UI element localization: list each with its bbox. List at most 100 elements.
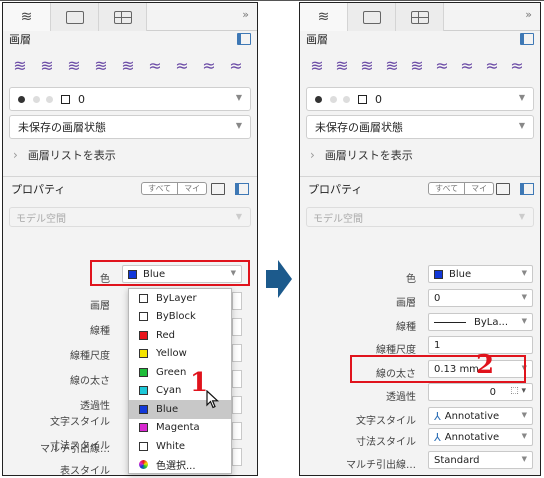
dropdown-item[interactable]: Green <box>129 363 231 382</box>
transparency-input[interactable]: 0 ⬚ ▾ <box>428 383 533 401</box>
label-ltscale: 線種尺度 <box>70 351 110 362</box>
layer-tool-icon[interactable]: ≈ <box>431 56 453 75</box>
layer-tool-icon[interactable]: ≋ <box>306 56 328 75</box>
dropdown-item[interactable]: Magenta <box>129 419 231 438</box>
dock-icon[interactable] <box>520 33 534 45</box>
color-swatch <box>139 312 148 322</box>
annotative-icon: ⅄ <box>434 430 441 444</box>
value-field-stub[interactable] <box>232 370 242 388</box>
dropdown-item[interactable]: White <box>129 437 231 456</box>
annotative-icon: ⅄ <box>434 409 441 423</box>
ltscale-value: 1 <box>434 339 441 351</box>
layer-tool-icon[interactable]: ≋ <box>356 56 378 75</box>
dropdown-item[interactable]: ByLayer <box>129 289 231 308</box>
value-field-stub[interactable] <box>232 422 242 440</box>
layers-title-row: 画層 <box>3 31 257 47</box>
dropdown-item[interactable]: Red <box>129 326 231 345</box>
show-layer-list[interactable]: › 画層リストを表示 <box>300 143 540 167</box>
dock-icon[interactable] <box>237 33 251 45</box>
step-number-2: 2 <box>476 350 495 380</box>
more-tabs-icon[interactable]: » <box>242 8 249 21</box>
tab-blocks[interactable] <box>348 3 396 31</box>
filter-all[interactable]: すべて <box>142 183 177 194</box>
dock-icon[interactable] <box>520 183 534 195</box>
layer-tool-icon[interactable]: ≋ <box>63 56 85 75</box>
layer-tool-icon[interactable]: ≋ <box>406 56 428 75</box>
tab-grid[interactable] <box>99 3 147 31</box>
layer-combo[interactable]: 0 ▼ <box>9 87 251 111</box>
value-field-stub[interactable] <box>232 318 242 336</box>
label-lineweight: 線の太さ <box>70 376 110 387</box>
edit-icon[interactable] <box>211 183 225 195</box>
filter-mine[interactable]: マイ <box>177 183 206 194</box>
dropdown-item-label: Blue <box>156 403 179 415</box>
layer-select[interactable]: 0 ▼ <box>428 289 533 307</box>
layer-tool-icon[interactable]: ≋ <box>36 56 58 75</box>
transparency-icon[interactable]: ⬚ ▾ <box>510 386 526 396</box>
linetype-select[interactable]: ByLa... ▼ <box>428 313 533 331</box>
color-swatch <box>139 349 148 359</box>
color-value: Blue <box>449 268 472 280</box>
layer-state-combo[interactable]: 未保存の画層状態 ▼ <box>9 115 251 139</box>
layer-tool-icon[interactable]: ≋ <box>331 56 353 75</box>
layer-state-combo[interactable]: 未保存の画層状態 ▼ <box>306 115 534 139</box>
label-textstyle: 文字スタイル <box>50 417 110 428</box>
filter-all[interactable]: すべて <box>429 183 464 194</box>
mleaderstyle-select[interactable]: Standard ▼ <box>428 451 533 469</box>
mouse-cursor-icon <box>206 390 220 409</box>
textstyle-select[interactable]: ⅄ Annotative ▼ <box>428 407 533 425</box>
show-layer-list[interactable]: › 画層リストを表示 <box>3 143 257 167</box>
dropdown-item-label: Red <box>156 329 175 341</box>
layer-tool-icon[interactable]: ≈ <box>456 56 478 75</box>
dock-icon[interactable] <box>235 183 249 195</box>
properties-filter: すべて マイ <box>428 182 495 195</box>
value-field-stub[interactable] <box>232 396 242 414</box>
tab-layers[interactable]: ≋ <box>3 3 51 31</box>
chevron-down-icon: ▼ <box>518 212 525 221</box>
dropdown-item[interactable]: 色選択... <box>129 456 231 475</box>
tab-blocks[interactable] <box>51 3 99 31</box>
label-layer: 画層 <box>90 301 110 312</box>
more-tabs-icon[interactable]: » <box>525 8 532 21</box>
layer-tool-icon[interactable]: ≈ <box>171 56 193 75</box>
layer-tool-icon[interactable]: ≈ <box>198 56 220 75</box>
layer-tool-icon[interactable]: ≈ <box>481 56 503 75</box>
tab-grid[interactable] <box>396 3 444 31</box>
dropdown-item-label: 色選択... <box>156 461 196 473</box>
layer-tool-icon[interactable]: ≋ <box>9 56 31 75</box>
dropdown-item[interactable]: Yellow <box>129 345 231 364</box>
tab-layers[interactable]: ≋ <box>300 3 348 31</box>
layer-tool-icon[interactable]: ≋ <box>381 56 403 75</box>
space-label: モデル空間 <box>16 213 66 225</box>
filter-mine[interactable]: マイ <box>464 183 493 194</box>
space-combo[interactable]: モデル空間 ▼ <box>306 207 534 227</box>
label-linetype: 線種 <box>90 326 110 337</box>
on-icon <box>18 95 25 103</box>
color-select[interactable]: Blue ▼ <box>428 265 533 283</box>
show-list-label: 画層リストを表示 <box>27 149 116 162</box>
dimstyle-value: Annotative <box>444 431 500 443</box>
layer-color-swatch <box>358 94 367 104</box>
tab-bar: ≋ » <box>3 3 257 31</box>
label-transparency: 透過性 <box>386 392 416 403</box>
value-field-stub[interactable] <box>232 448 242 466</box>
layer-tool-icon[interactable]: ≈ <box>144 56 166 75</box>
label-dimstyle: 寸法スタイル <box>356 437 416 448</box>
chevron-down-icon: ▼ <box>521 432 527 440</box>
value-field-stub[interactable] <box>232 344 242 362</box>
layers-tab-icon: ≋ <box>20 9 33 25</box>
layer-tool-icon[interactable]: ≋ <box>117 56 139 75</box>
dimstyle-select[interactable]: ⅄ Annotative ▼ <box>428 428 533 446</box>
chevron-down-icon: ▼ <box>521 269 527 277</box>
layer-tool-icon[interactable]: ≋ <box>90 56 112 75</box>
value-field-stub[interactable] <box>232 292 242 310</box>
space-combo[interactable]: モデル空間 ▼ <box>9 207 251 227</box>
dropdown-item[interactable]: ByBlock <box>129 308 231 327</box>
layer-tool-icon[interactable]: ≈ <box>225 56 247 75</box>
layer-combo[interactable]: 0 ▼ <box>306 87 534 111</box>
layer-tool-icon[interactable]: ≈ <box>506 56 528 75</box>
edit-icon[interactable] <box>496 183 510 195</box>
layers-title-row: 画層 <box>300 31 540 47</box>
properties-header: プロパティ すべて マイ <box>300 177 540 201</box>
layers-tab-icon: ≋ <box>317 9 330 25</box>
